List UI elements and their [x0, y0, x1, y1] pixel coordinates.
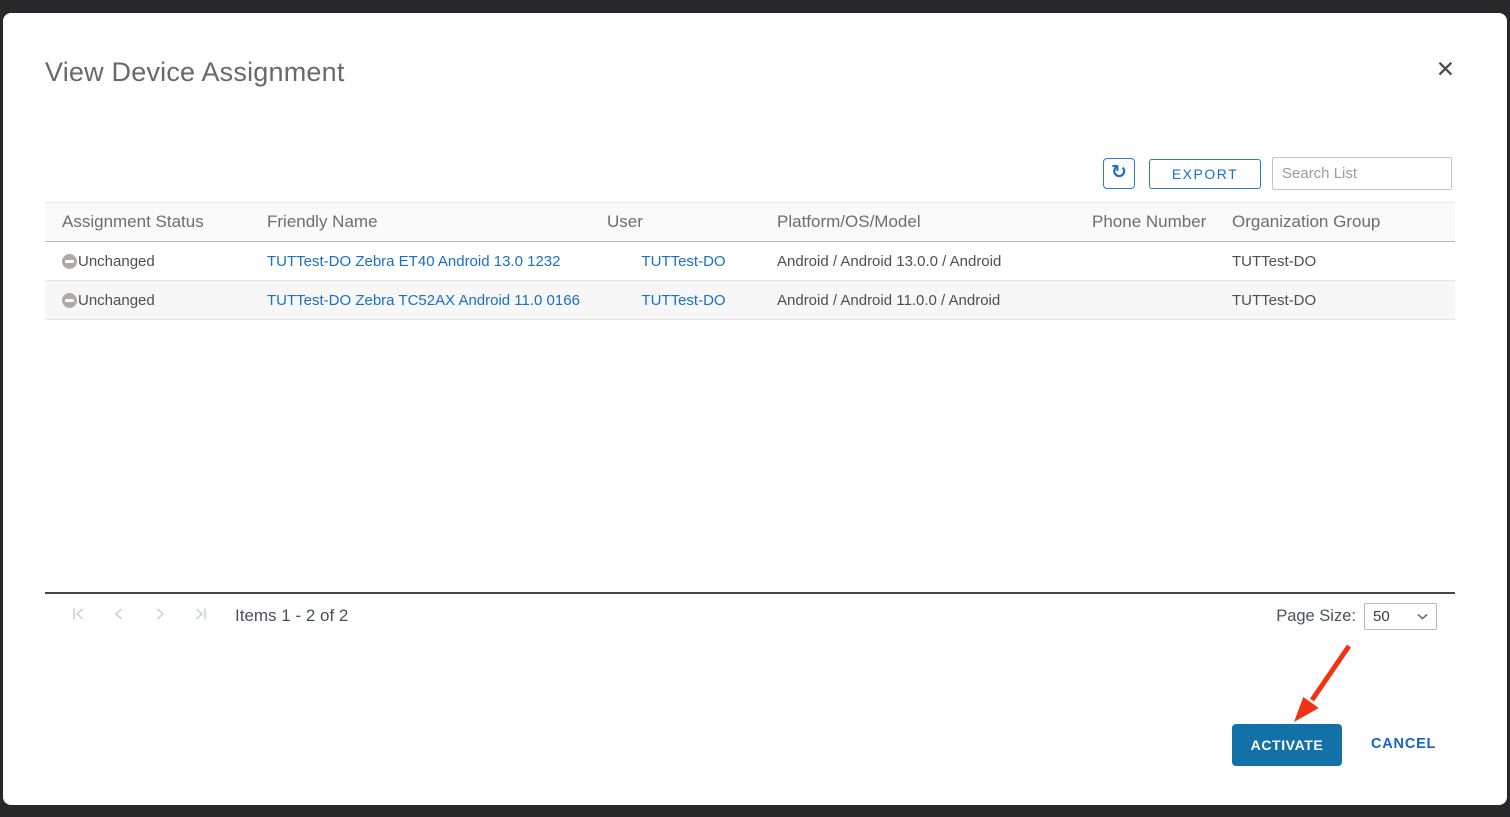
platform-cell: Android / Android 13.0.0 / Android: [760, 242, 1075, 281]
pagination-controls: [69, 605, 209, 622]
unchanged-status-icon: [62, 293, 77, 308]
close-icon[interactable]: ✕: [1436, 59, 1455, 82]
footer-divider: [45, 592, 1455, 594]
organization-group-cell: TUTTest-DO: [1215, 242, 1455, 281]
next-page-icon[interactable]: [151, 605, 168, 622]
chevron-down-icon: [1417, 613, 1428, 620]
view-device-assignment-modal: View Device Assignment ✕ ↻ EXPORT Assign…: [3, 13, 1507, 805]
annotation-arrow-icon: [1283, 641, 1363, 731]
dark-backdrop: View Device Assignment ✕ ↻ EXPORT Assign…: [0, 0, 1510, 817]
previous-page-icon[interactable]: [110, 605, 127, 622]
page-size-label: Page Size:: [1276, 607, 1356, 626]
cancel-button[interactable]: CANCEL: [1371, 736, 1436, 752]
phone-number-cell: [1075, 281, 1215, 320]
table-row: Unchanged TUTTest-DO Zebra ET40 Android …: [45, 242, 1455, 281]
page-size-value: 50: [1373, 608, 1390, 625]
activate-button[interactable]: ACTIVATE: [1232, 724, 1342, 766]
friendly-name-link[interactable]: TUTTest-DO Zebra TC52AX Android 11.0 016…: [267, 292, 580, 309]
page-title: View Device Assignment: [45, 57, 345, 88]
table-row: Unchanged TUTTest-DO Zebra TC52AX Androi…: [45, 281, 1455, 320]
user-link[interactable]: TUTTest-DO: [641, 292, 725, 309]
status-label: Unchanged: [78, 253, 155, 270]
refresh-button[interactable]: ↻: [1103, 158, 1135, 189]
items-count-text: Items 1 - 2 of 2: [235, 606, 348, 626]
export-button[interactable]: EXPORT: [1149, 159, 1261, 189]
search-input[interactable]: [1272, 157, 1452, 190]
platform-cell: Android / Android 11.0.0 / Android: [760, 281, 1075, 320]
page-size-select[interactable]: 50: [1364, 603, 1437, 630]
user-link[interactable]: TUTTest-DO: [641, 253, 725, 270]
status-label: Unchanged: [78, 292, 155, 309]
last-page-icon[interactable]: [192, 605, 209, 622]
table-header-row: Assignment Status Friendly Name User Pla…: [45, 203, 1455, 242]
organization-group-cell: TUTTest-DO: [1215, 281, 1455, 320]
friendly-name-link[interactable]: TUTTest-DO Zebra ET40 Android 13.0 1232: [267, 253, 560, 270]
column-header-user[interactable]: User: [590, 203, 760, 242]
column-header-friendly-name[interactable]: Friendly Name: [250, 203, 590, 242]
first-page-icon[interactable]: [69, 605, 86, 622]
column-header-platform[interactable]: Platform/OS/Model: [760, 203, 1075, 242]
column-header-phone-number[interactable]: Phone Number: [1075, 203, 1215, 242]
device-assignment-table: Assignment Status Friendly Name User Pla…: [45, 202, 1455, 320]
column-header-assignment-status[interactable]: Assignment Status: [45, 203, 250, 242]
refresh-icon: ↻: [1111, 163, 1127, 182]
unchanged-status-icon: [62, 254, 77, 269]
column-header-organization-group[interactable]: Organization Group: [1215, 203, 1455, 242]
phone-number-cell: [1075, 242, 1215, 281]
